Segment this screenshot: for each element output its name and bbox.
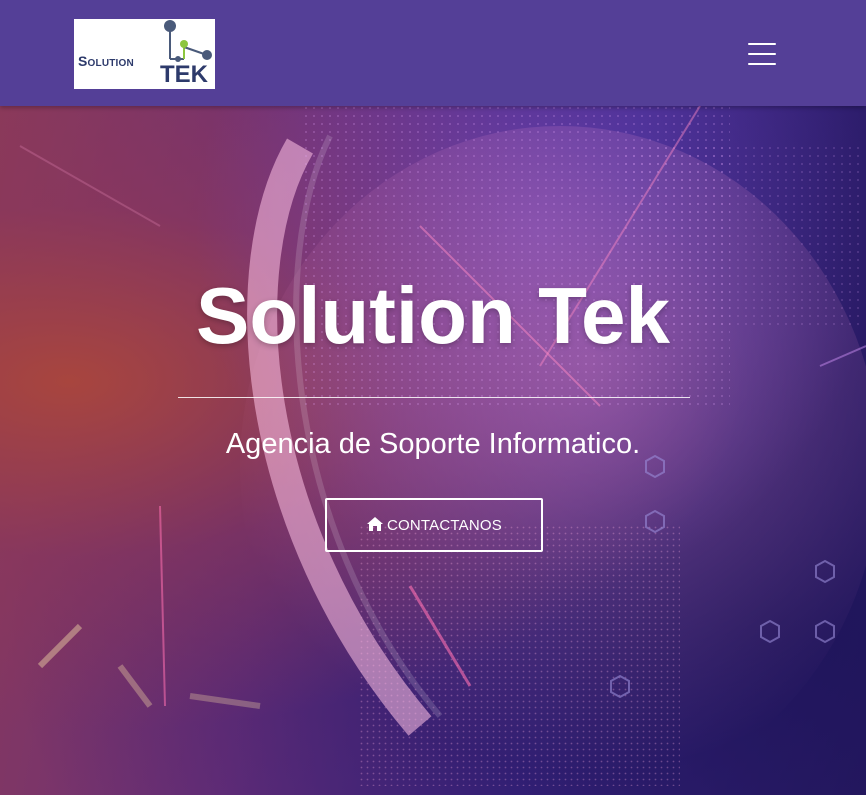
hero-content: Solution Tek Agencia de Soporte Informat… [0,106,866,795]
hero-divider [178,397,690,398]
contact-button-label: CONTACTANOS [387,516,502,534]
hero-title: Solution Tek [195,271,671,360]
hamburger-menu-icon[interactable] [744,40,780,68]
navbar: Solution TEK [0,0,866,106]
logo-text-tek: TEK [160,61,208,88]
hero-subtitle: Agencia de Soporte Informatico. [225,428,641,460]
home-icon [367,517,383,531]
hamburger-bar [748,63,776,65]
contact-button[interactable]: CONTACTANOS [325,498,543,552]
hero-section: Solution Tek Agencia de Soporte Informat… [0,106,866,795]
logo-text-solution: Solution [78,53,134,69]
hamburger-bar [748,43,776,45]
hamburger-bar [748,53,776,55]
brand-logo[interactable]: Solution TEK [74,19,215,89]
page: Solution TEK Solution Tek Agencia de Sop… [0,0,866,795]
